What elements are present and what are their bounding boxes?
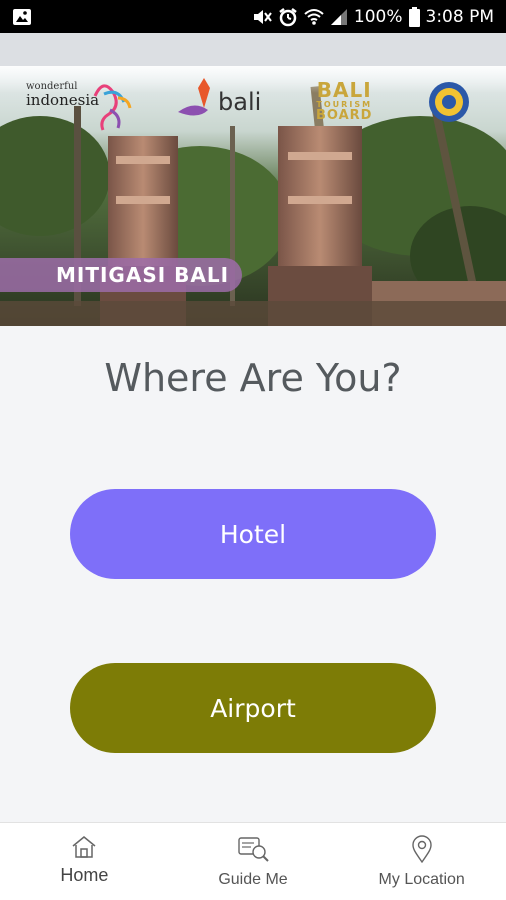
banner-title-label: MITIGASI BALI — [0, 258, 242, 292]
image-notification-icon — [12, 8, 32, 26]
home-icon — [71, 835, 97, 859]
page-title: Where Are You? — [104, 356, 402, 400]
wonderful-indonesia-logo: wonderful indonesia — [26, 81, 100, 109]
app-bar — [0, 33, 506, 66]
location-pin-icon — [411, 835, 433, 863]
nav-label-my-location: My Location — [378, 871, 465, 888]
mute-icon — [252, 8, 272, 26]
bottom-navigation: Home Guide Me My Location — [0, 822, 506, 900]
header-banner: wonderful indonesia bali BALI TOURISM BO… — [0, 66, 506, 326]
nav-label-home: Home — [60, 865, 109, 885]
airport-button[interactable]: Airport — [70, 663, 436, 753]
nav-item-my-location[interactable]: My Location — [337, 823, 506, 900]
status-bar: 100% 3:08 PM — [0, 0, 506, 33]
nav-label-guide-me: Guide Me — [218, 871, 288, 888]
alarm-icon — [278, 7, 298, 27]
battery-percent: 100% — [353, 6, 403, 27]
nav-item-guide-me[interactable]: Guide Me — [169, 823, 338, 900]
nav-item-home[interactable]: Home — [0, 823, 169, 900]
status-time: 3:08 PM — [425, 6, 495, 27]
bali-logo: bali — [218, 88, 262, 116]
hotel-button[interactable]: Hotel — [70, 489, 436, 579]
battery-icon — [408, 6, 420, 27]
signal-icon — [330, 8, 348, 26]
bali-tourism-board-logo: BALI TOURISM BOARD — [316, 78, 373, 123]
wifi-icon — [304, 8, 324, 26]
guide-icon — [236, 835, 270, 863]
